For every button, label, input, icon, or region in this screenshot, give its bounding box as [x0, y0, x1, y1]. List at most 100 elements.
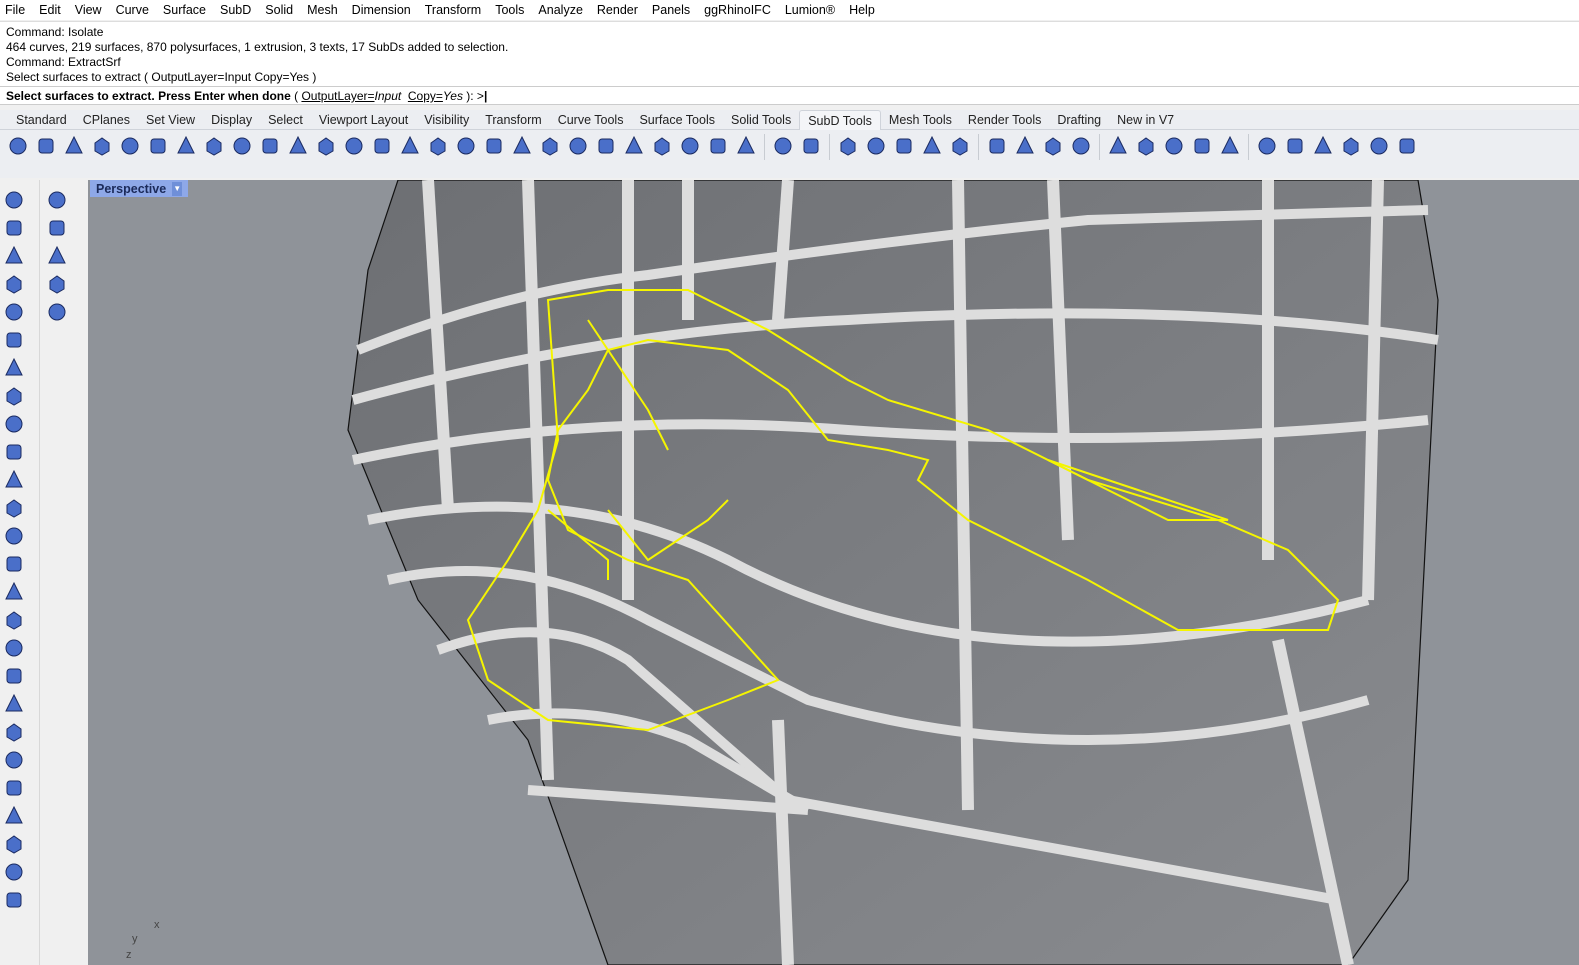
- lock-icon[interactable]: [2, 860, 26, 884]
- menu-solid[interactable]: Solid: [265, 3, 293, 17]
- subd-fillet-icon[interactable]: [370, 134, 394, 158]
- tab-standard[interactable]: Standard: [8, 110, 75, 130]
- mesh-icon[interactable]: [2, 692, 26, 716]
- subd-strip-icon[interactable]: [1190, 134, 1214, 158]
- solid-icon[interactable]: [2, 524, 26, 548]
- subd-cone-icon[interactable]: [62, 134, 86, 158]
- tab-transform[interactable]: Transform: [477, 110, 550, 130]
- subd-mirror-icon[interactable]: [594, 134, 618, 158]
- subd-cap-icon[interactable]: [706, 134, 730, 158]
- menu-panels[interactable]: Panels: [652, 3, 690, 17]
- subd-cylinder-icon[interactable]: [118, 134, 142, 158]
- curve-offset-icon[interactable]: [2, 300, 26, 324]
- menu-mesh[interactable]: Mesh: [307, 3, 338, 17]
- tab-cplanes[interactable]: CPlanes: [75, 110, 138, 130]
- menu-curve[interactable]: Curve: [116, 3, 149, 17]
- subd-convert-icon[interactable]: [1069, 134, 1093, 158]
- subd-stitch-icon[interactable]: [538, 134, 562, 158]
- subd-patch-icon[interactable]: [892, 134, 916, 158]
- command-prompt[interactable]: Select surfaces to extract. Press Enter …: [0, 86, 1579, 105]
- subd-loft-1-icon[interactable]: [258, 134, 282, 158]
- gear-explode-icon[interactable]: [2, 356, 26, 380]
- tab-display[interactable]: Display: [203, 110, 260, 130]
- tab-select[interactable]: Select: [260, 110, 311, 130]
- tab-curve-tools[interactable]: Curve Tools: [550, 110, 632, 130]
- subd-quadsphere-icon[interactable]: [174, 134, 198, 158]
- subd-list-icon[interactable]: [1013, 134, 1037, 158]
- subd-sphere-grid-icon[interactable]: [1162, 134, 1186, 158]
- step-icon[interactable]: [2, 804, 26, 828]
- menu-view[interactable]: View: [75, 3, 102, 17]
- option-output-layer[interactable]: OutputLayer=Input: [301, 89, 401, 103]
- tab-subd-tools[interactable]: SubD Tools: [799, 110, 881, 130]
- menu-render[interactable]: Render: [597, 3, 638, 17]
- select-arrow-icon[interactable]: [2, 188, 26, 212]
- tab-set-view[interactable]: Set View: [138, 110, 203, 130]
- subd-subdivide-icon[interactable]: [678, 134, 702, 158]
- subd-torus-icon[interactable]: [202, 134, 226, 158]
- subd-loft-2-icon[interactable]: [286, 134, 310, 158]
- arc-icon[interactable]: [2, 440, 26, 464]
- array-icon[interactable]: [2, 720, 26, 744]
- menu-subd[interactable]: SubD: [220, 3, 251, 17]
- subd-branch-icon[interactable]: [342, 134, 366, 158]
- subd-control-points-icon[interactable]: [426, 134, 450, 158]
- plane-icon[interactable]: [2, 216, 26, 240]
- tab-render-tools[interactable]: Render Tools: [960, 110, 1049, 130]
- subd-unweld-icon[interactable]: [799, 134, 823, 158]
- deselect-subd-icon[interactable]: [1339, 134, 1363, 158]
- help-icon[interactable]: [45, 300, 69, 324]
- menu-dimension[interactable]: Dimension: [352, 3, 411, 17]
- menu-ggrhinoifc[interactable]: ggRhinoIFC: [704, 3, 771, 17]
- circle-array-icon[interactable]: [2, 776, 26, 800]
- subd-bridge-icon[interactable]: [454, 134, 478, 158]
- subd-box-icon[interactable]: [6, 134, 30, 158]
- subd-truncated-cone-icon[interactable]: [90, 134, 114, 158]
- perspective-viewport[interactable]: Perspective ▼ y x z: [88, 180, 1579, 965]
- tab-visibility[interactable]: Visibility: [416, 110, 477, 130]
- menu-tools[interactable]: Tools: [495, 3, 524, 17]
- select-subd-edge-icon[interactable]: [1311, 134, 1335, 158]
- subd-insert-edge-icon[interactable]: [510, 134, 534, 158]
- select-subd-face-icon[interactable]: [1283, 134, 1307, 158]
- subd-ellipsoid-icon[interactable]: [230, 134, 254, 158]
- menu-surface[interactable]: Surface: [163, 3, 206, 17]
- subd-capsule-icon[interactable]: [864, 134, 888, 158]
- subd-paint-icon[interactable]: [1218, 134, 1242, 158]
- subd-sphere-icon[interactable]: [146, 134, 170, 158]
- subd-display-box-icon[interactable]: [1106, 134, 1130, 158]
- subd-weld-icon[interactable]: [771, 134, 795, 158]
- fillet-icon[interactable]: [2, 468, 26, 492]
- surface-icon[interactable]: [2, 496, 26, 520]
- menu-help[interactable]: Help: [849, 3, 875, 17]
- unlock-icon[interactable]: [2, 888, 26, 912]
- subd-favorite-icon[interactable]: [1395, 134, 1419, 158]
- tab-new-in-v7[interactable]: New in V7: [1109, 110, 1182, 130]
- cylinder-icon[interactable]: [2, 384, 26, 408]
- tab-drafting[interactable]: Drafting: [1049, 110, 1109, 130]
- subd-grid-icon[interactable]: [650, 134, 674, 158]
- mirror-icon[interactable]: [2, 636, 26, 660]
- option-copy[interactable]: Copy=Yes: [408, 89, 463, 103]
- stack-icon[interactable]: [2, 832, 26, 856]
- cylinder-2-icon[interactable]: [2, 412, 26, 436]
- subd-slide-icon[interactable]: [622, 134, 646, 158]
- select-subd-vertex-icon[interactable]: [1255, 134, 1279, 158]
- subd-filter-icon[interactable]: [1367, 134, 1391, 158]
- viewport-title[interactable]: Perspective ▼: [90, 180, 189, 197]
- axis-icon[interactable]: [45, 244, 69, 268]
- subd-repair-icon[interactable]: [985, 134, 1009, 158]
- subd-thicken-icon[interactable]: [948, 134, 972, 158]
- line-icon[interactable]: [2, 552, 26, 576]
- tab-solid-tools[interactable]: Solid Tools: [723, 110, 799, 130]
- subd-edge-flow-icon[interactable]: [1134, 134, 1158, 158]
- subd-tools-icon[interactable]: [1041, 134, 1065, 158]
- tab-surface-tools[interactable]: Surface Tools: [631, 110, 723, 130]
- subd-crease-icon[interactable]: [398, 134, 422, 158]
- subd-reflect-icon[interactable]: [920, 134, 944, 158]
- subd-append-icon[interactable]: [566, 134, 590, 158]
- rotate-view-icon[interactable]: [45, 216, 69, 240]
- menu-file[interactable]: File: [5, 3, 25, 17]
- trash-icon[interactable]: [45, 272, 69, 296]
- subd-extrude-icon[interactable]: [482, 134, 506, 158]
